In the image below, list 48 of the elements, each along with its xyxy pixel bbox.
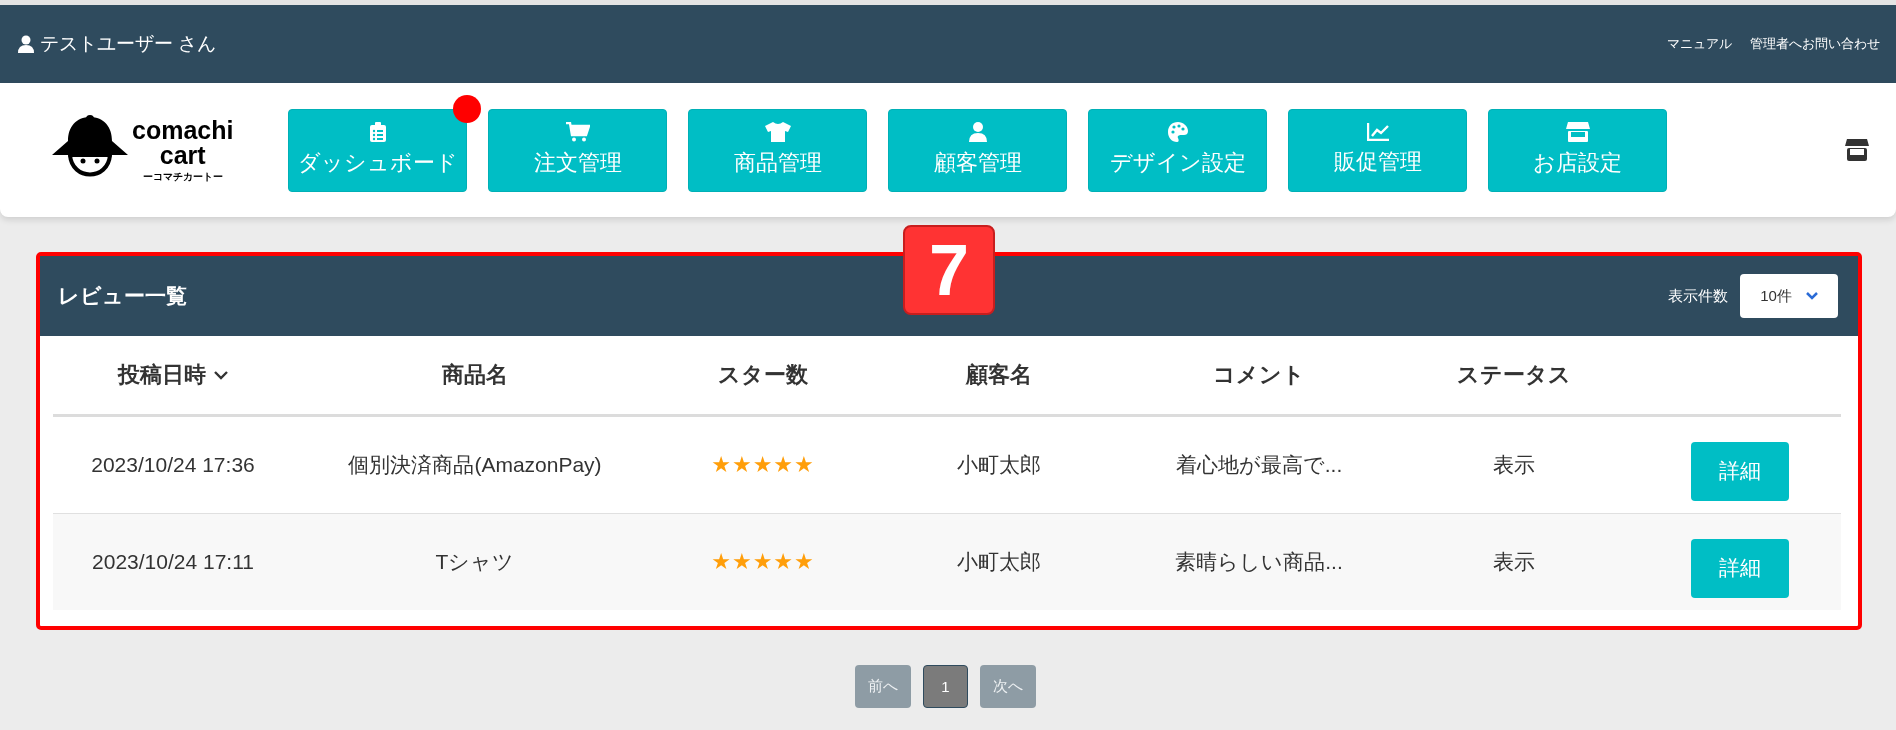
panel-title: レビュー一覧 [58,283,187,309]
logo-tagline: ーコマチカートー [142,172,223,182]
column-header: 商品名 [442,361,508,389]
customer-cell-text: 小町太郎 [957,452,1041,478]
header-link[interactable]: マニュアル [1667,35,1732,53]
nav-button[interactable]: 顧客管理 [888,108,1067,192]
comment-cell-text: 着心地が最高で... [1175,452,1343,478]
product-cell-text: 個別決済商品(AmazonPay) [348,452,602,478]
nav-button[interactable]: 販促管理 [1288,108,1467,192]
logo-wordmark: cart [159,143,206,168]
nav-button[interactable]: デザイン設定 [1088,108,1267,192]
product-cell-text: Tシャツ [435,549,515,575]
column-header[interactable]: 投稿日時 [118,360,228,390]
store-icon [1565,122,1590,142]
palette-icon [1167,122,1188,142]
detail-button[interactable]: 詳細 [1691,538,1789,598]
line-chart-icon [1366,123,1389,141]
date-cell: 2023/10/24 17:36 [91,453,255,477]
date-cell: 2023/10/24 17:11 [92,550,254,574]
t-shirt-icon [764,122,791,142]
column-header: ステータス [1457,361,1571,389]
nav-button[interactable]: 注文管理 [488,108,667,192]
chevron-down-icon [1805,292,1818,300]
customer-cell-text: 小町太郎 [957,549,1041,575]
nav-button[interactable]: お店設定 [1488,108,1667,192]
store-icon[interactable] [1845,139,1869,161]
star-rating: ★★★★★ [711,549,815,575]
person-icon [968,122,987,142]
header-link[interactable]: 管理者へお問い合わせ [1750,35,1880,53]
callout-badge: 7 [903,225,995,315]
logo-wordmark: comachi [132,118,234,143]
comment-cell-text: 素晴らしい商品... [1175,549,1343,575]
detail-button[interactable]: 詳細 [1691,441,1789,501]
status-cell-text: 表示 [1493,452,1535,478]
user-name: テストユーザー さん [40,32,217,56]
clipboard-icon [369,122,386,142]
status-cell-text: 表示 [1493,549,1535,575]
star-rating: ★★★★★ [711,452,815,478]
per-page-select[interactable]: 10件 [1740,274,1838,318]
column-header: スター数 [718,361,808,389]
cart-icon [565,122,590,142]
nav-button[interactable]: 商品管理 [688,108,867,192]
page-button[interactable]: 1 [923,665,968,708]
per-page-label: 表示件数 [1668,286,1728,306]
column-header: コメント [1213,361,1305,389]
nav-button[interactable]: ダッシュボード [288,108,467,192]
column-header: 顧客名 [966,361,1032,389]
user-icon [18,35,34,53]
